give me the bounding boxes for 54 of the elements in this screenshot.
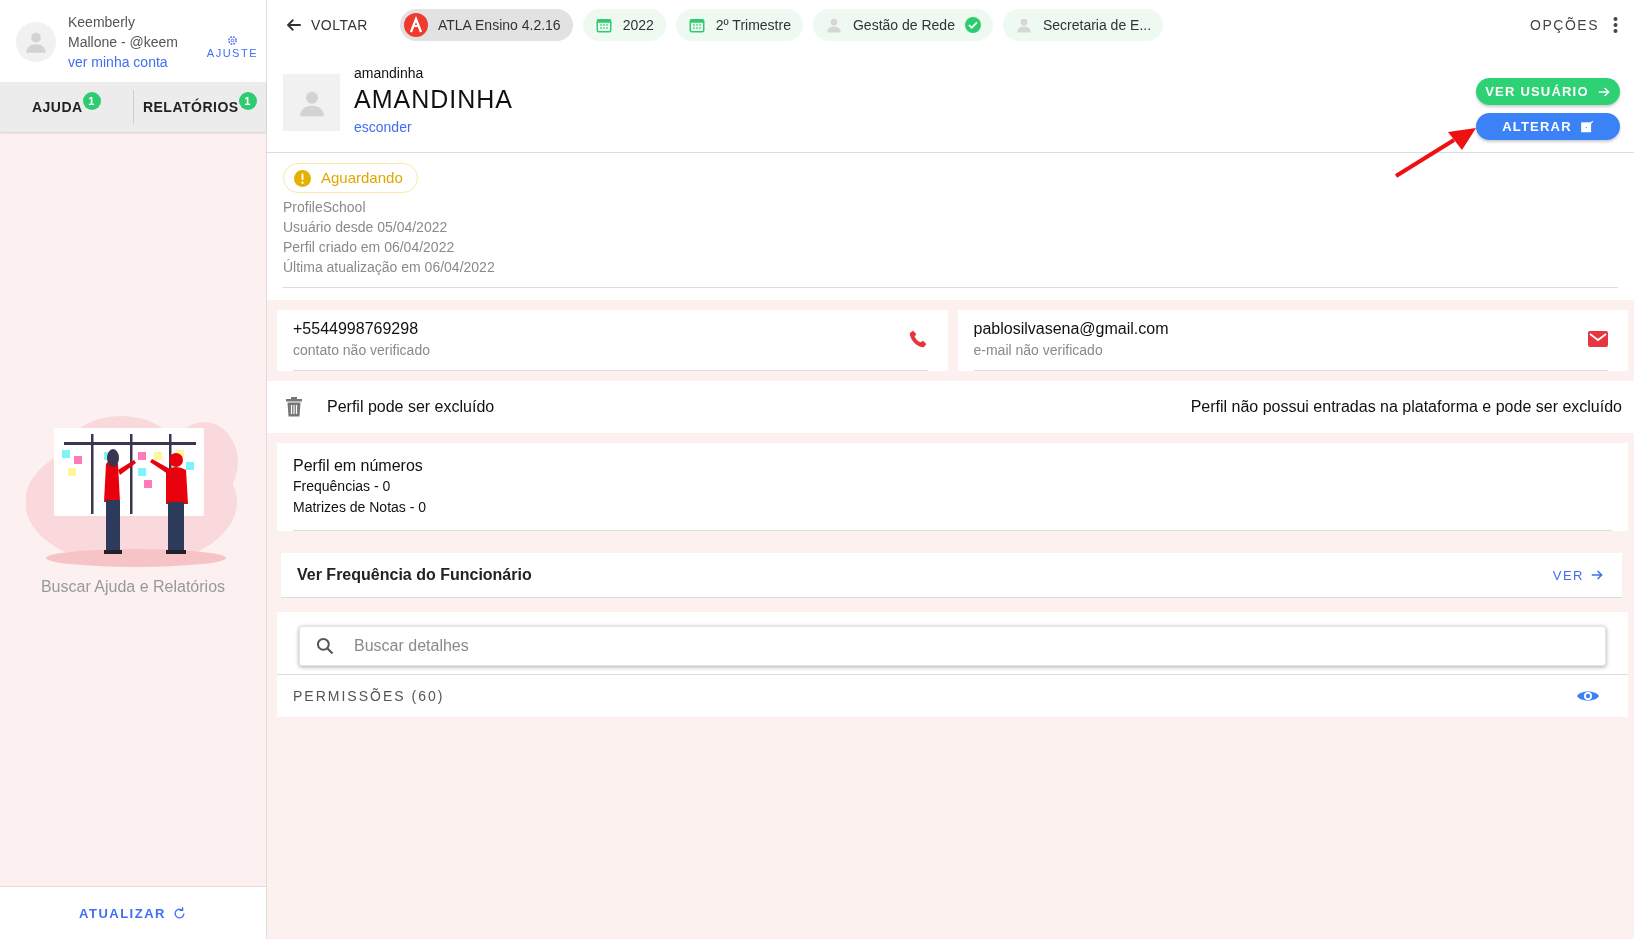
- mail-icon: [1588, 331, 1608, 347]
- warning-icon: [294, 169, 311, 187]
- person-icon: [1014, 16, 1033, 34]
- verification-note: e-mail não verificado: [973, 342, 1104, 358]
- contact-value: pablosilvasena@gmail.com: [973, 320, 1170, 338]
- account-link[interactable]: ver minha conta: [68, 52, 186, 72]
- refresh-icon: [171, 905, 187, 921]
- empty-state-caption: Buscar Ajuda e Relatórios: [40, 578, 226, 596]
- edit-button[interactable]: ALTERAR: [1476, 113, 1620, 140]
- back-button[interactable]: VOLTAR: [285, 16, 368, 34]
- stats-title: Perfil em números: [293, 456, 424, 476]
- more-icon: [1613, 17, 1618, 33]
- stats-item: Matrizes de Notas - 0: [293, 498, 428, 517]
- refresh-button[interactable]: ATUALIZAR: [73, 904, 193, 922]
- user-name: Keemberly Mallone - @keem: [68, 13, 179, 52]
- context-chip[interactable]: ATLA Ensino 4.2.16: [399, 9, 573, 41]
- count-badge: 1: [82, 92, 101, 110]
- context-chip[interactable]: Gestão de Rede: [812, 9, 993, 41]
- calendar-icon: [594, 16, 613, 34]
- calendar-icon: [687, 16, 706, 34]
- contact-value: +5544998769298: [293, 320, 420, 338]
- profile-detail: ProfileSchool: [283, 198, 367, 217]
- stats-item: Frequências - 0: [293, 477, 392, 496]
- phone-icon: [907, 329, 928, 349]
- deletion-message: Perfil não possui entradas na plataforma e pode ser excluído: [1190, 398, 1622, 416]
- count-badge: 1: [238, 92, 257, 110]
- permissions-label: PERMISSÕES (60): [293, 688, 446, 704]
- attendance-title: Ver Frequência do Funcionário: [297, 566, 533, 584]
- profile-detail: Usuário desde 05/04/2022: [283, 218, 449, 237]
- person-icon: [824, 16, 843, 34]
- profile-detail: Perfil criado em 06/04/2022: [283, 238, 456, 257]
- profile-detail: Última atualização em 06/04/2022: [283, 258, 496, 277]
- options-button[interactable]: OPÇÕES: [1524, 16, 1624, 34]
- username: amandinha: [354, 66, 425, 82]
- sidebar-tab[interactable]: RELATÓRIOS 1: [132, 90, 266, 124]
- view-link[interactable]: VER: [1546, 566, 1610, 584]
- trash-icon: [285, 397, 303, 417]
- context-chip[interactable]: 2022: [582, 9, 666, 41]
- sidebar-tab[interactable]: AJUDA 1: [0, 82, 133, 132]
- profile-name: AMANDINHA: [354, 86, 514, 114]
- arrow-left-icon: [285, 16, 303, 34]
- context-chip[interactable]: Secretaria de E...: [1002, 9, 1164, 41]
- hide-link[interactable]: esconder: [354, 118, 412, 135]
- app-logo-icon: [403, 13, 428, 37]
- arrow-right-icon: [1590, 568, 1604, 582]
- search-field[interactable]: Buscar detalhes: [299, 626, 1606, 666]
- gear-icon: [226, 35, 238, 46]
- context-chip[interactable]: 2º Trimestre: [675, 9, 803, 41]
- search-icon: [315, 636, 335, 656]
- edit-icon: [1579, 119, 1594, 134]
- status-label: Aguardando: [321, 168, 403, 188]
- deletion-title: Perfil pode ser excluído: [327, 398, 496, 416]
- verification-note: contato não verificado: [293, 342, 431, 358]
- settings-button[interactable]: AJUSTE: [206, 35, 258, 59]
